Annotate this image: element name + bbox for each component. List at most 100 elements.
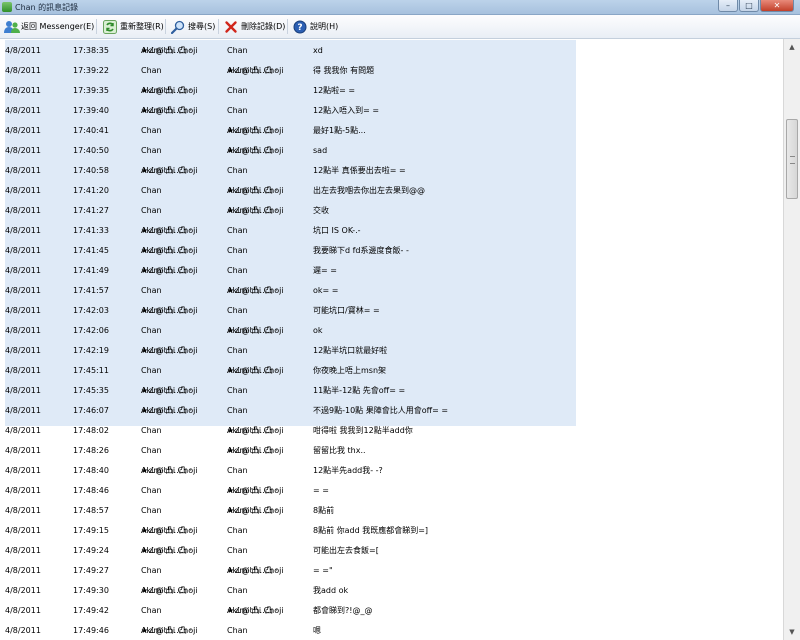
date-cell: 4/8/2011 [5,46,41,55]
search-label: 搜尋(S) [188,22,216,31]
contact-subname: Akimichi Choji [227,426,284,435]
table-row[interactable]: 4/8/2011 17:42:19 ★∠@'凸‥凸 · Akimichi Choji C… [0,340,783,360]
toolbar-separator [165,19,166,34]
refresh-button[interactable]: 重新整理(R) [103,19,164,34]
table-row[interactable]: 4/8/2011 17:39:22 Chan ★∠@'凸‥凸 · Akimichi Ch… [0,60,783,80]
time-cell: 17:39:22 [73,66,109,75]
contact-subname: Akimichi Choji [141,406,198,415]
scroll-down-arrow-icon[interactable]: ▼ [785,625,799,639]
table-row[interactable]: 4/8/2011 17:46:07 ★∠@'凸‥凸 · Akimichi Choji C… [0,400,783,420]
buddy-icon [4,20,20,34]
message-text: 可能坑口/寶林= = [313,306,380,315]
table-row[interactable]: 4/8/2011 17:40:58 ★∠@'凸‥凸 · Akimichi Choji C… [0,160,783,180]
date-cell: 4/8/2011 [5,566,41,575]
delete-label: 刪除記錄(D) [241,22,286,31]
scroll-thumb[interactable] [786,119,798,199]
time-cell: 17:41:27 [73,206,109,215]
table-row[interactable]: 4/8/2011 17:39:40 ★∠@'凸‥凸 · Akimichi Choji C… [0,100,783,120]
table-row[interactable]: 4/8/2011 17:38:35 ★∠@'凸‥凸 · Akimichi Choji C… [0,40,783,60]
table-row[interactable]: 4/8/2011 17:49:30 ★∠@'凸‥凸 · Akimichi Choji C… [0,580,783,600]
message-text: 不過9點-10點 果陣會比人用會off= = [313,406,449,415]
search-icon [170,20,185,34]
time-cell: 17:48:46 [73,486,109,495]
contact-subname: Akimichi Choji [141,626,198,635]
from-contact: Chan [141,186,162,195]
table-row[interactable]: 4/8/2011 17:48:46 Chan ★∠@'凸‥凸 · Akimichi Ch… [0,480,783,500]
time-cell: 17:48:57 [73,506,109,515]
time-cell: 17:48:02 [73,426,109,435]
message-text: 嗯 [313,626,321,635]
to-contact: Chan [227,546,248,555]
table-row[interactable]: 4/8/2011 17:41:57 Chan ★∠@'凸‥凸 · Akimichi Ch… [0,280,783,300]
to-contact: Chan [227,346,248,355]
close-button[interactable]: ✕ [760,0,794,12]
time-cell: 17:49:15 [73,526,109,535]
table-row[interactable]: 4/8/2011 17:41:45 ★∠@'凸‥凸 · Akimichi Choji C… [0,240,783,260]
from-contact: Chan [141,66,162,75]
table-row[interactable]: 4/8/2011 17:41:49 ★∠@'凸‥凸 · Akimichi Choji C… [0,260,783,280]
table-row[interactable]: 4/8/2011 17:49:46 ★∠@'凸‥凸 · Akimichi Choji C… [0,620,783,640]
date-cell: 4/8/2011 [5,526,41,535]
table-row[interactable]: 4/8/2011 17:41:27 Chan ★∠@'凸‥凸 · Akimichi Ch… [0,200,783,220]
from-contact: Chan [141,486,162,495]
contact-subname: Akimichi Choji [227,206,284,215]
table-row[interactable]: 4/8/2011 17:42:06 Chan ★∠@'凸‥凸 · Akimichi Ch… [0,320,783,340]
contact-subname: Akimichi Choji [141,226,198,235]
date-cell: 4/8/2011 [5,546,41,555]
help-button[interactable]: ? 說明(H) [293,19,338,34]
time-cell: 17:48:26 [73,446,109,455]
message-text: 遲= = [313,266,337,275]
date-cell: 4/8/2011 [5,386,41,395]
contact-subname: Akimichi Choji [227,606,284,615]
table-row[interactable]: 4/8/2011 17:41:33 ★∠@'凸‥凸 · Akimichi Choji C… [0,220,783,240]
table-row[interactable]: 4/8/2011 17:48:57 Chan ★∠@'凸‥凸 · Akimichi Ch… [0,500,783,520]
date-cell: 4/8/2011 [5,286,41,295]
to-contact: Chan [227,386,248,395]
table-row[interactable]: 4/8/2011 17:48:40 ★∠@'凸‥凸 · Akimichi Choji C… [0,460,783,480]
date-cell: 4/8/2011 [5,486,41,495]
help-label: 說明(H) [310,22,339,31]
message-history-list[interactable]: 4/8/2011 17:38:35 ★∠@'凸‥凸 · Akimichi Choji C… [0,39,783,640]
date-cell: 4/8/2011 [5,166,41,175]
table-row[interactable]: 4/8/2011 17:45:11 Chan ★∠@'凸‥凸 · Akimichi Ch… [0,360,783,380]
messenger-app-icon [2,2,12,12]
contact-subname: Akimichi Choji [141,466,198,475]
table-row[interactable]: 4/8/2011 17:39:35 ★∠@'凸‥凸 · Akimichi Choji C… [0,80,783,100]
to-contact: Chan [227,246,248,255]
minimize-button[interactable]: – [718,0,738,12]
toolbar: 返回 Messenger(E) 重新整理(R) 搜尋(S) 刪除記錄(D) ? … [0,15,800,39]
table-row[interactable]: 4/8/2011 17:49:24 ★∠@'凸‥凸 · Akimichi Choji C… [0,540,783,560]
time-cell: 17:42:03 [73,306,109,315]
date-cell: 4/8/2011 [5,186,41,195]
table-row[interactable]: 4/8/2011 17:42:03 ★∠@'凸‥凸 · Akimichi Choji C… [0,300,783,320]
table-row[interactable]: 4/8/2011 17:41:20 Chan ★∠@'凸‥凸 · Akimichi Ch… [0,180,783,200]
table-row[interactable]: 4/8/2011 17:49:15 ★∠@'凸‥凸 · Akimichi Choji C… [0,520,783,540]
table-row[interactable]: 4/8/2011 17:40:41 Chan ★∠@'凸‥凸 · Akimichi Ch… [0,120,783,140]
from-contact: Chan [141,506,162,515]
search-button[interactable]: 搜尋(S) [170,19,216,34]
title-bar[interactable]: Chan 的訊息記錄 – □ ✕ [0,0,800,15]
contact-subname: Akimichi Choji [227,446,284,455]
table-row[interactable]: 4/8/2011 17:49:42 Chan ★∠@'凸‥凸 · Akimichi Ch… [0,600,783,620]
time-cell: 17:38:35 [73,46,109,55]
table-row[interactable]: 4/8/2011 17:48:26 Chan ★∠@'凸‥凸 · Akimichi Ch… [0,440,783,460]
from-contact: Chan [141,366,162,375]
table-row[interactable]: 4/8/2011 17:48:02 Chan ★∠@'凸‥凸 · Akimichi Ch… [0,420,783,440]
date-cell: 4/8/2011 [5,206,41,215]
maximize-button[interactable]: □ [739,0,759,12]
date-cell: 4/8/2011 [5,426,41,435]
delete-history-button[interactable]: 刪除記錄(D) [224,19,285,34]
table-row[interactable]: 4/8/2011 17:40:50 Chan ★∠@'凸‥凸 · Akimichi Ch… [0,140,783,160]
table-row[interactable]: 4/8/2011 17:45:35 ★∠@'凸‥凸 · Akimichi Choji C… [0,380,783,400]
date-cell: 4/8/2011 [5,626,41,635]
time-cell: 17:41:45 [73,246,109,255]
grip-icon [790,156,795,164]
message-text: 留留比我 thx.. [313,446,366,455]
to-contact: Chan [227,306,248,315]
message-text: xd [313,46,323,55]
table-row[interactable]: 4/8/2011 17:49:27 Chan ★∠@'凸‥凸 · Akimichi Ch… [0,560,783,580]
date-cell: 4/8/2011 [5,406,41,415]
scroll-up-arrow-icon[interactable]: ▲ [785,40,799,54]
back-to-messenger-button[interactable]: 返回 Messenger(E) [4,19,94,34]
vertical-scrollbar[interactable]: ▲ ▼ [783,39,800,640]
